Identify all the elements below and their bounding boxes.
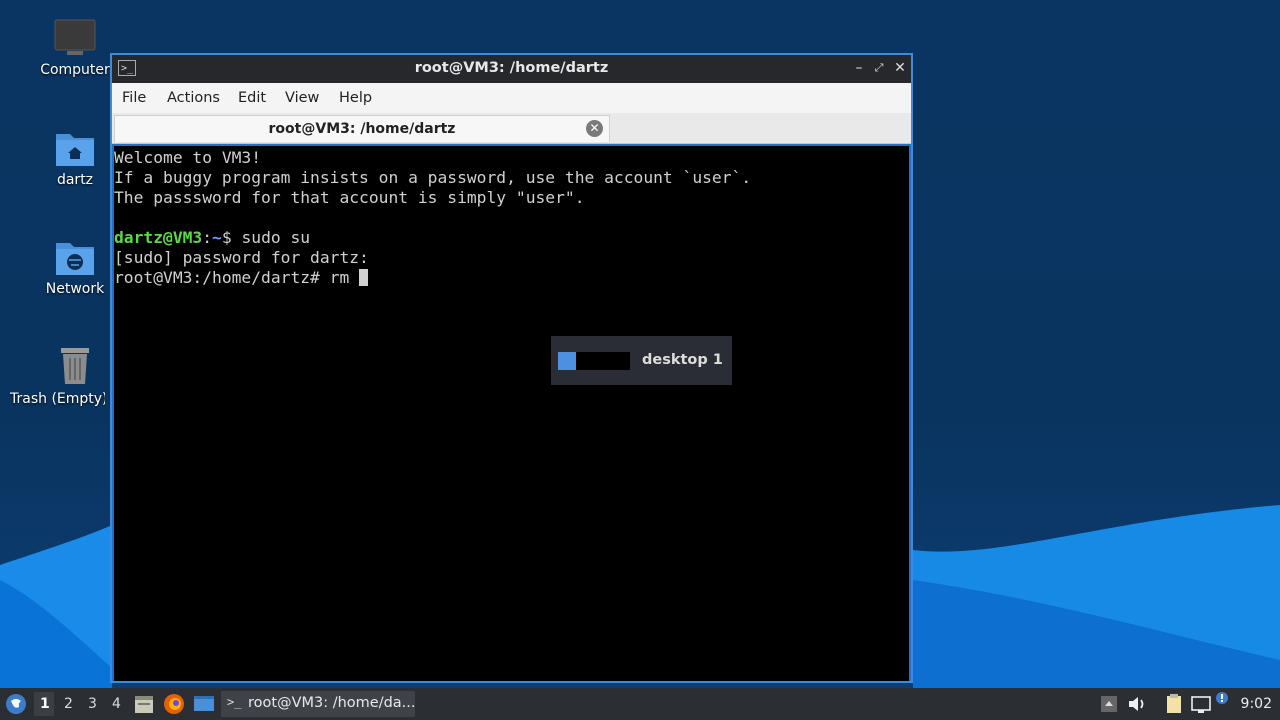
close-button[interactable]: ✕ [891, 59, 909, 77]
tab-bar: root@VM3: /home/dartz ✕ [112, 113, 911, 144]
terminal-input-line: root@VM3:/home/dartz# rm [114, 268, 909, 288]
terminal-line: [sudo] password for dartz: [114, 248, 369, 267]
tab-label: root@VM3: /home/dartz [268, 121, 456, 137]
terminal-line: The passsword for that account is simply… [114, 188, 585, 207]
terminal-output[interactable]: Welcome to VM3! If a buggy program insis… [114, 146, 909, 681]
trash-icon [61, 348, 89, 384]
menu-file[interactable]: File [122, 90, 146, 106]
desktop-icon-label: Trash (Empty) [10, 391, 105, 407]
menu-actions[interactable]: Actions [167, 90, 220, 106]
clock[interactable]: 9:02 [1241, 696, 1272, 712]
volume-icon[interactable] [1126, 693, 1148, 715]
prompt-symbol: $ [221, 228, 242, 247]
firefox-icon[interactable] [163, 693, 185, 715]
prompt-separator: : [202, 228, 213, 247]
workspace-2[interactable]: 2 [64, 696, 73, 712]
desktop-pager [558, 352, 630, 371]
network-folder-icon [56, 243, 94, 275]
computer-icon [54, 19, 96, 55]
minimize-button[interactable]: – [850, 59, 868, 77]
terminal-line: If a buggy program insists on a password… [114, 168, 752, 187]
workspace-4[interactable]: 4 [112, 696, 121, 712]
workspace-1[interactable]: 1 [40, 696, 50, 712]
tray-up-icon[interactable] [1098, 693, 1120, 715]
network-monitor-icon[interactable] [1190, 693, 1212, 715]
terminal-prompt-line: dartz@VM3:~$ sudo su [114, 228, 909, 248]
clipboard-icon[interactable] [1163, 693, 1185, 715]
pager-desktop-1 [558, 352, 576, 370]
prompt-path: ~ [212, 228, 222, 247]
terminal-window: >_ root@VM3: /home/dartz – ⤢ ✕ File Acti… [110, 53, 913, 683]
pager-desktop-3 [594, 352, 612, 370]
start-menu-icon[interactable] [5, 693, 27, 715]
task-label: root@VM3: /home/da... [248, 695, 416, 711]
root-prompt: root@VM3:/home/dartz# rm [114, 268, 360, 287]
file-manager-icon[interactable] [134, 693, 154, 715]
maximize-button[interactable]: ⤢ [870, 59, 888, 77]
taskbar: 1 2 3 4 >_ root@VM3: /home/da... 9:02 [0, 688, 1280, 720]
menubar: File Actions Edit View Help [112, 83, 911, 113]
prompt-user: dartz@VM3 [114, 228, 203, 247]
desktop-switcher-osd: desktop 1 [551, 336, 732, 385]
terminal-line: Welcome to VM3! [114, 148, 262, 167]
menu-view[interactable]: View [285, 90, 319, 106]
workspace-3[interactable]: 3 [88, 696, 97, 712]
tab-close-icon[interactable]: ✕ [586, 120, 603, 137]
taskbar-task-terminal[interactable]: >_ root@VM3: /home/da... [221, 691, 416, 717]
terminal-icon: >_ [227, 695, 242, 709]
menu-help[interactable]: Help [339, 90, 372, 106]
text-cursor [359, 269, 369, 286]
menu-edit[interactable]: Edit [238, 90, 266, 106]
command-text: sudo su [241, 228, 311, 247]
home-folder-icon [56, 134, 94, 166]
pager-desktop-2 [576, 352, 594, 370]
terminal-tab[interactable]: root@VM3: /home/dartz ✕ [114, 115, 610, 142]
desktop-show-icon[interactable] [193, 694, 215, 714]
pager-desktop-4 [612, 352, 630, 370]
update-notification-icon[interactable] [1215, 691, 1237, 713]
osd-desktop-label: desktop 1 [642, 352, 723, 368]
window-titlebar[interactable]: >_ root@VM3: /home/dartz – ⤢ ✕ [112, 55, 911, 83]
window-title: root@VM3: /home/dartz [414, 60, 609, 76]
